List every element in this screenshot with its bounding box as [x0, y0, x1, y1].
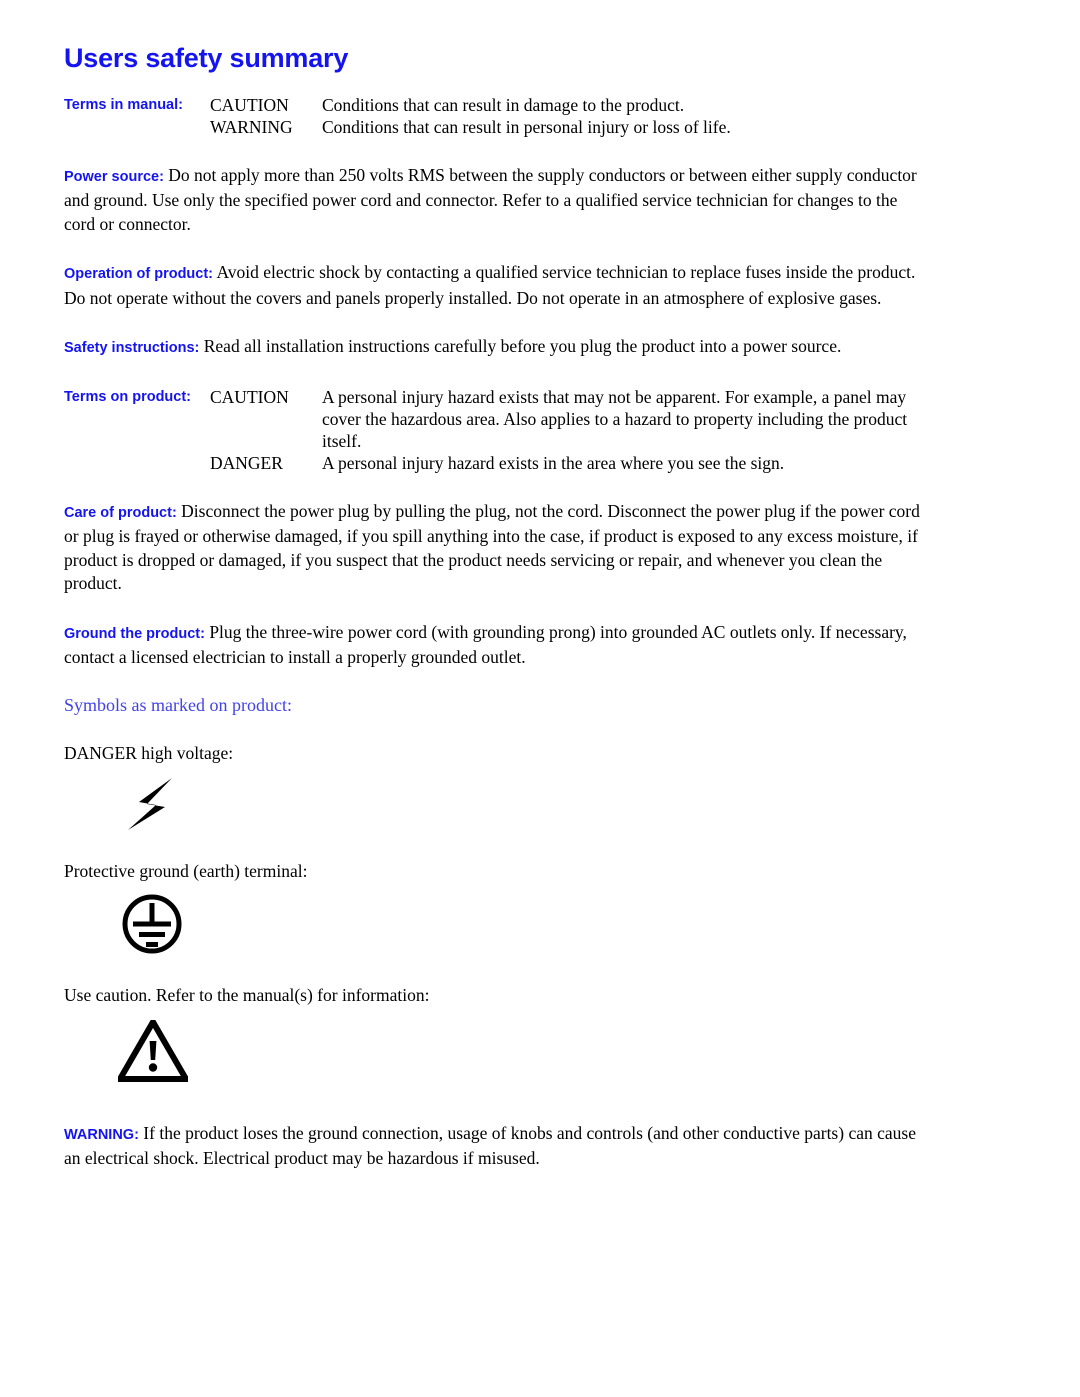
- ground-the-product-label: Ground the product:: [64, 625, 205, 642]
- symbol-caption-use-caution: Use caution. Refer to the manual(s) for …: [64, 984, 430, 1005]
- term-key-danger: DANGER: [210, 452, 283, 473]
- ground-the-product-paragraph: Ground the product: Plug the three-wire …: [64, 621, 920, 670]
- symbol-figure-protective-ground: [64, 892, 920, 964]
- care-of-product-label: Care of product:: [64, 504, 177, 521]
- final-warning-label: WARNING:: [64, 1126, 139, 1143]
- symbol-figure-use-caution: [64, 1015, 920, 1092]
- terms-on-product-label: Terms on product:: [64, 388, 192, 405]
- final-warning-paragraph: WARNING: If the product loses the ground…: [64, 1122, 920, 1171]
- operation-of-product-label: Operation of product:: [64, 266, 214, 283]
- operation-of-product-paragraph: Operation of product: Avoid electric sho…: [64, 261, 920, 310]
- safety-instructions-label: Safety instructions:: [64, 340, 200, 357]
- safety-instructions-paragraph: Safety instructions: Read all installati…: [64, 335, 920, 361]
- power-source-paragraph: Power source: Do not apply more than 250…: [64, 164, 920, 237]
- symbol-caption-protective-ground: Protective ground (earth) terminal:: [64, 860, 308, 881]
- term-desc-caution: A personal injury hazard exists that may…: [322, 386, 908, 451]
- term-desc-danger: A personal injury hazard exists in the a…: [322, 452, 785, 473]
- page-title: Users safety summary: [64, 43, 349, 73]
- term-key-caution: CAUTION: [210, 94, 289, 115]
- terms-on-product-label-cell: Terms on product:: [64, 386, 210, 406]
- term-row: CAUTION A personal injury hazard exists …: [210, 386, 920, 452]
- protective-earth-ground-icon: [122, 894, 182, 954]
- symbol-figure-high-voltage: [64, 776, 920, 838]
- term-row: DANGER A personal injury hazard exists i…: [210, 452, 920, 474]
- terms-on-product-block: Terms on product: CAUTION A personal inj…: [64, 386, 920, 474]
- term-key-caution: CAUTION: [210, 386, 289, 407]
- final-warning-body: If the product loses the ground connecti…: [64, 1122, 916, 1169]
- term-key-warning: WARNING: [210, 116, 293, 137]
- document-content: Users safety summary Terms in manual: CA…: [64, 43, 920, 1196]
- term-row: WARNING Conditions that can result in pe…: [210, 116, 920, 138]
- power-source-label: Power source:: [64, 168, 164, 185]
- care-of-product-paragraph: Care of product: Disconnect the power pl…: [64, 500, 920, 596]
- term-desc-warning: Conditions that can result in personal i…: [322, 116, 731, 137]
- care-of-product-body: Disconnect the power plug by pulling the…: [64, 500, 920, 594]
- terms-in-manual-rows: CAUTION Conditions that can result in da…: [210, 94, 920, 138]
- terms-in-manual-label: Terms in manual:: [64, 96, 183, 113]
- caution-exclamation-triangle-icon: [114, 1015, 192, 1082]
- safety-instructions-body: Read all installation instructions caref…: [203, 336, 842, 357]
- power-source-body: Do not apply more than 250 volts RMS bet…: [64, 164, 917, 234]
- term-row: CAUTION Conditions that can result in da…: [210, 94, 920, 116]
- term-desc-caution: Conditions that can result in damage to …: [322, 94, 685, 115]
- terms-on-product-rows: CAUTION A personal injury hazard exists …: [210, 386, 920, 474]
- symbols-section-heading: Symbols as marked on product:: [64, 694, 292, 715]
- terms-in-manual-block: Terms in manual: CAUTION Conditions that…: [64, 94, 920, 138]
- symbol-caption-high-voltage: DANGER high voltage:: [64, 742, 234, 763]
- high-voltage-lightning-icon: [128, 777, 172, 830]
- document-page: Users safety summary Terms in manual: CA…: [0, 0, 1080, 1397]
- terms-in-manual-label-cell: Terms in manual:: [64, 94, 210, 114]
